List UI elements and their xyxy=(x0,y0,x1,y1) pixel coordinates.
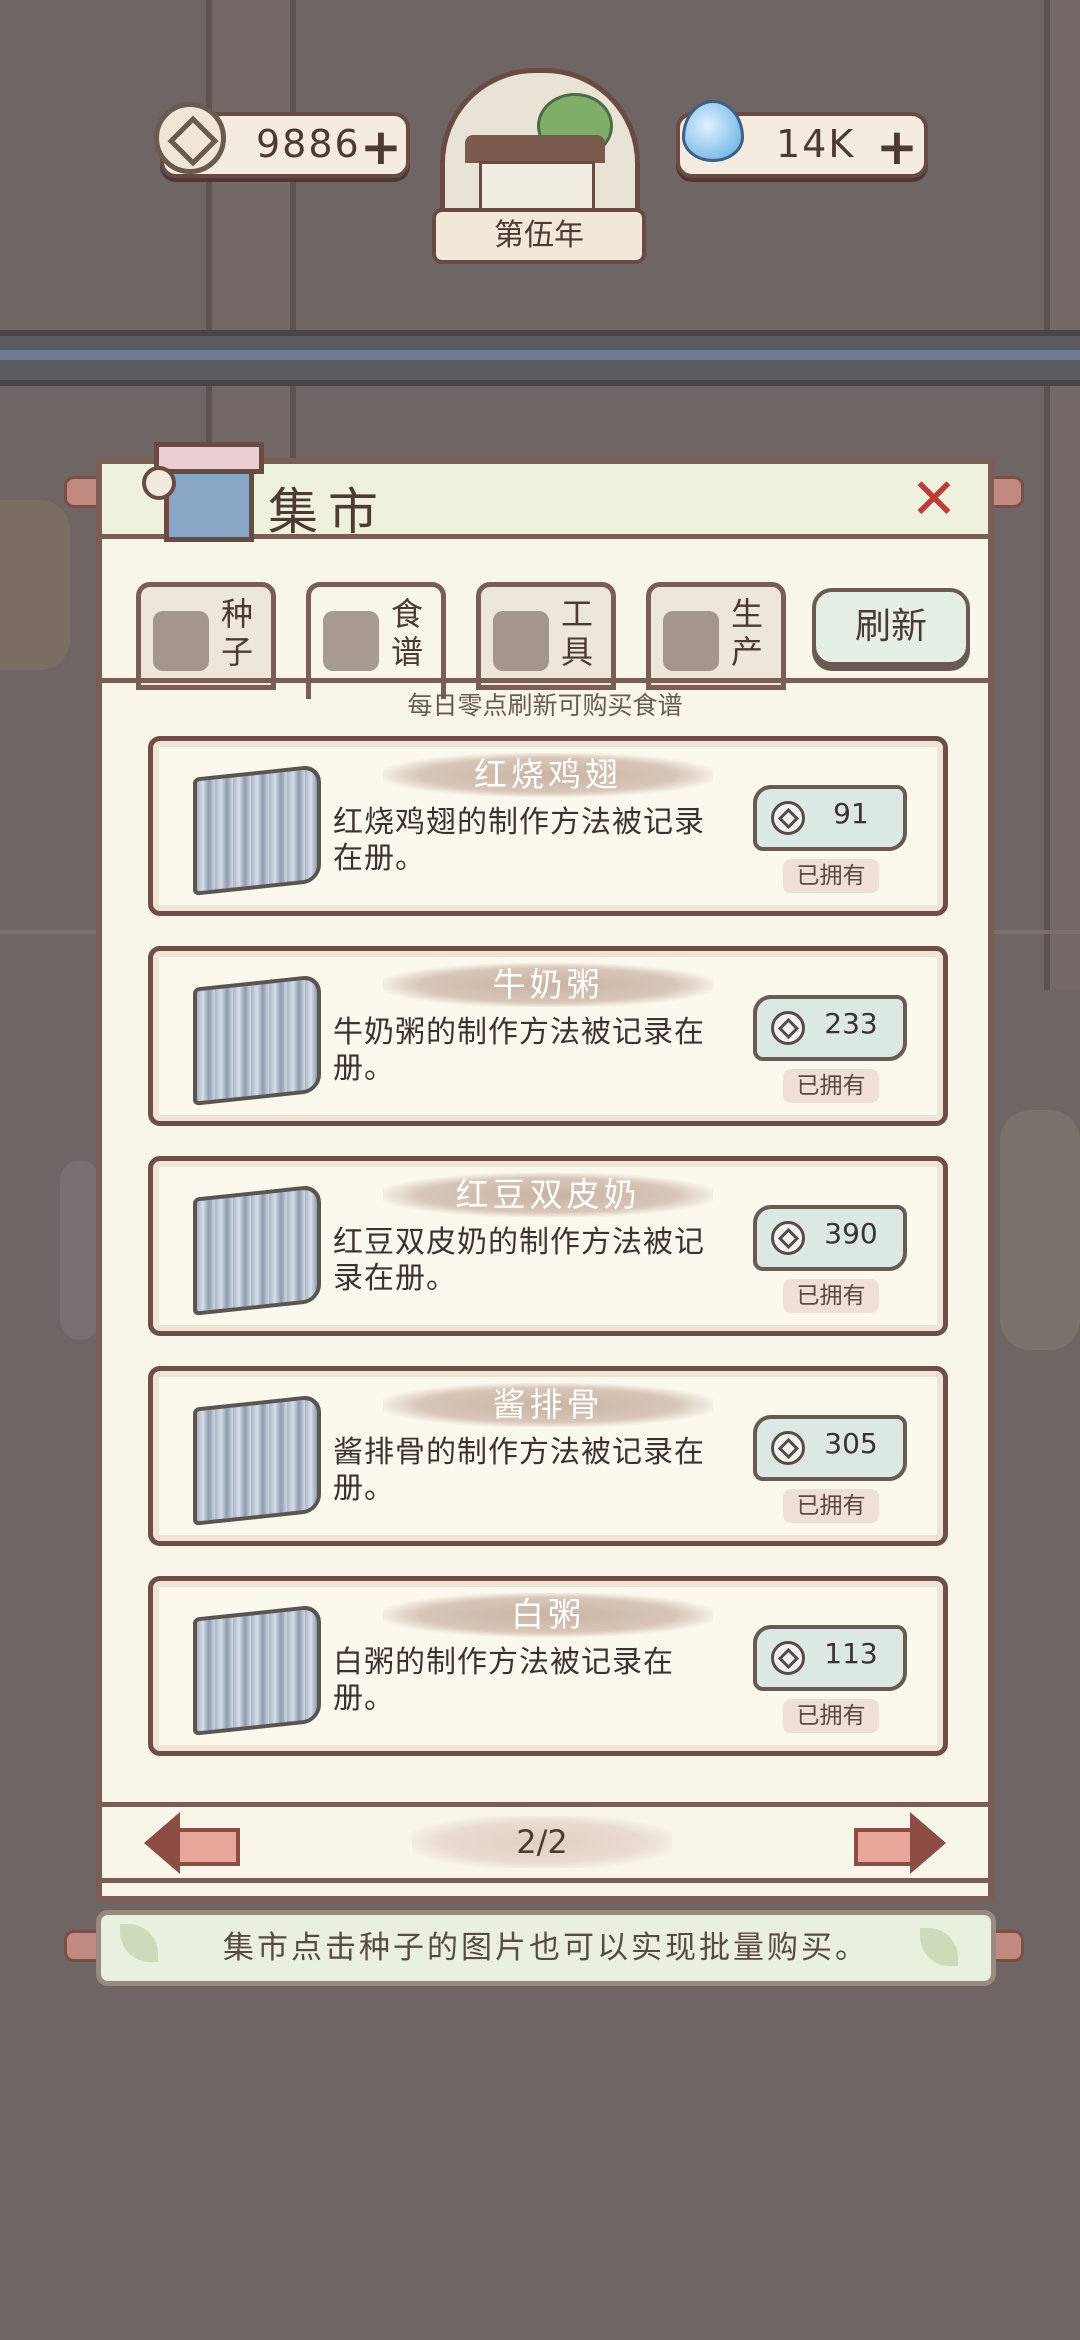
recipe-book-icon xyxy=(323,611,379,671)
pager-divider-bottom xyxy=(102,1878,988,1883)
tab-seeds[interactable]: 种 子 xyxy=(136,582,276,690)
owned-badge: 已拥有 xyxy=(783,859,879,893)
background-lantern-left xyxy=(0,500,70,670)
panel-title: 集市 xyxy=(268,483,388,541)
tab-production-label-1: 生 xyxy=(730,595,763,633)
coin-icon xyxy=(771,1431,805,1465)
coin-icon xyxy=(771,801,805,835)
year-label: 第伍年 xyxy=(432,208,646,264)
year-emblem[interactable] xyxy=(440,68,640,228)
seed-bag-icon xyxy=(153,611,209,671)
background-furniture-right xyxy=(1000,1110,1080,1350)
tab-production[interactable]: 生 产 xyxy=(646,582,786,690)
price-button[interactable]: 91 xyxy=(753,785,907,851)
water-amount: 14K xyxy=(776,122,856,166)
recipe-scroll-icon xyxy=(193,974,321,1106)
owned-badge: 已拥有 xyxy=(783,1279,879,1313)
owned-badge: 已拥有 xyxy=(783,1699,879,1733)
recipe-card[interactable]: 牛奶粥 牛奶粥的制作方法被记录在册。 233 已拥有 xyxy=(148,946,948,1126)
coin-amount: 9886 xyxy=(256,122,361,166)
price-value: 113 xyxy=(824,1637,878,1670)
recipe-description: 白粥的制作方法被记录在册。 xyxy=(333,1645,674,1716)
recipe-scroll-icon xyxy=(193,764,321,896)
panel-header: 集市 ✕ xyxy=(102,442,988,542)
water-add-button[interactable]: + xyxy=(876,118,918,176)
price-button[interactable]: 390 xyxy=(753,1205,907,1271)
next-page-button[interactable] xyxy=(854,1812,946,1874)
refresh-button[interactable]: 刷新 xyxy=(812,588,970,666)
coin-icon xyxy=(154,102,226,174)
recipe-description: 牛奶粥的制作方法被记录在册。 xyxy=(333,1015,705,1086)
tab-tools-label-2: 具 xyxy=(560,633,593,671)
price-value: 390 xyxy=(824,1217,878,1250)
tab-recipes-label-2: 谱 xyxy=(390,633,423,671)
owned-badge: 已拥有 xyxy=(783,1069,879,1103)
background-beam-stripe xyxy=(0,350,1080,360)
price-button[interactable]: 305 xyxy=(753,1415,907,1481)
tip-banner: 集市点击种子的图片也可以实现批量购买。 xyxy=(96,1910,996,1986)
tab-divider xyxy=(102,678,988,683)
tab-tools[interactable]: 工 具 xyxy=(476,582,616,690)
recipe-scroll-icon xyxy=(193,1394,321,1526)
production-icon xyxy=(663,611,719,671)
recipe-name: 红豆双皮奶 xyxy=(383,1173,713,1217)
tab-recipes-label-1: 食 xyxy=(390,595,423,633)
recipe-name: 红烧鸡翅 xyxy=(383,753,713,797)
background-pillar-left xyxy=(206,0,296,460)
tools-icon xyxy=(493,611,549,671)
price-value: 233 xyxy=(824,1007,878,1040)
market-panel: 集市 ✕ 种 子 食 谱 工 具 生 产 刷新 每日零点刷新可购买食谱 红烧鸡翅… xyxy=(96,442,994,1902)
recipe-description: 红烧鸡翅的制作方法被记录在册。 xyxy=(333,805,705,876)
pager-divider-top xyxy=(102,1802,988,1807)
page-indicator: 2/2 xyxy=(412,1816,672,1868)
price-button[interactable]: 233 xyxy=(753,995,907,1061)
water-drop-icon xyxy=(682,100,744,162)
recipe-card[interactable]: 白粥 白粥的制作方法被记录在册。 113 已拥有 xyxy=(148,1576,948,1756)
recipe-name: 酱排骨 xyxy=(383,1383,713,1427)
background-furniture-left xyxy=(60,1160,100,1340)
recipe-description: 酱排骨的制作方法被记录在册。 xyxy=(333,1435,705,1506)
roof-icon xyxy=(465,135,605,163)
price-value: 305 xyxy=(824,1427,878,1460)
close-button[interactable]: ✕ xyxy=(908,472,960,528)
price-value: 91 xyxy=(833,797,869,830)
arrow-left-icon xyxy=(144,1812,180,1874)
tab-production-label-2: 产 xyxy=(730,633,763,671)
coin-icon xyxy=(771,1221,805,1255)
coin-icon xyxy=(771,1641,805,1675)
price-button[interactable]: 113 xyxy=(753,1625,907,1691)
recipe-scroll-icon xyxy=(193,1604,321,1736)
recipe-name: 牛奶粥 xyxy=(383,963,713,1007)
recipe-card[interactable]: 红豆双皮奶 红豆双皮奶的制作方法被记录在册。 390 已拥有 xyxy=(148,1156,948,1336)
recipe-scroll-icon xyxy=(193,1184,321,1316)
recipe-name: 白粥 xyxy=(383,1593,713,1637)
prev-page-button[interactable] xyxy=(144,1812,240,1874)
recipe-card[interactable]: 红烧鸡翅 红烧鸡翅的制作方法被记录在册。 91 已拥有 xyxy=(148,736,948,916)
background-pillar-right xyxy=(1044,0,1080,990)
coin-add-button[interactable]: + xyxy=(360,118,402,176)
refresh-hint: 每日零点刷新可购买食谱 xyxy=(407,691,683,720)
recipe-description: 红豆双皮奶的制作方法被记录在册。 xyxy=(333,1225,705,1296)
owned-badge: 已拥有 xyxy=(783,1489,879,1523)
recipe-card[interactable]: 酱排骨 酱排骨的制作方法被记录在册。 305 已拥有 xyxy=(148,1366,948,1546)
tab-seeds-label-2: 子 xyxy=(220,633,253,671)
arrow-right-icon xyxy=(910,1812,946,1874)
coin-icon xyxy=(771,1011,805,1045)
tab-tools-label-1: 工 xyxy=(560,595,593,633)
market-stall-icon xyxy=(142,442,264,546)
tab-seeds-label-1: 种 xyxy=(220,595,253,633)
